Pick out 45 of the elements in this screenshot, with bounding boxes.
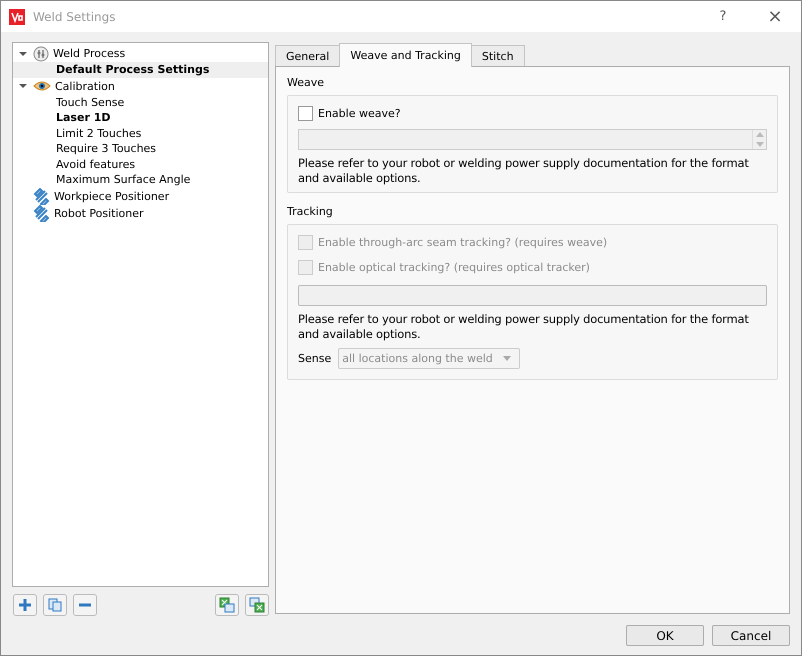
tree-item[interactable]: Maximum Surface Angle [56, 173, 190, 186]
tracking-input-field[interactable] [298, 285, 767, 306]
app-logo-icon [9, 8, 25, 24]
tab[interactable]: Weave and Tracking [339, 43, 472, 67]
tree-item[interactable]: Weld Process [53, 47, 126, 60]
checkbox-label: Enable weave? [318, 107, 401, 120]
tree-item[interactable]: Touch Sense [56, 96, 124, 109]
group-title: Tracking [287, 205, 334, 218]
tree-item[interactable]: Robot Positioner [54, 206, 144, 220]
checkbox-label: Enable optical tracking? (requires optical tracker) [318, 261, 590, 274]
tree-item[interactable]: Laser 1D [56, 111, 110, 124]
tree-item[interactable]: Default Process Settings [56, 63, 210, 76]
expand-arrow-icon[interactable] [19, 50, 27, 58]
copy-button[interactable] [43, 594, 67, 616]
add-button[interactable] [13, 594, 37, 616]
expand-arrow-icon[interactable] [19, 82, 27, 90]
sense-label: Sense [298, 352, 332, 365]
positioner-icon [33, 188, 50, 204]
tree-item[interactable]: Limit 2 Touches [56, 126, 142, 140]
import-icon [219, 597, 235, 613]
dropdown-arrow-icon [502, 356, 511, 361]
checkbox-label: Enable through-arc seam tracking? (requires weave) [318, 236, 608, 249]
close-button[interactable]: × [753, 1, 797, 32]
plus-icon [18, 598, 32, 612]
window-title: Weld Settings [33, 10, 116, 24]
export-icon [249, 597, 265, 613]
tree-item[interactable]: Calibration [55, 80, 115, 92]
eye-icon [33, 80, 51, 92]
help-text: Please refer to your robot or welding power supply documentation for the format and available options. [298, 156, 750, 186]
dialog-button[interactable]: OK [626, 625, 704, 646]
checkbox[interactable] [298, 106, 313, 121]
dialog-button[interactable]: Cancel [712, 625, 790, 646]
positioner-icon [33, 204, 50, 222]
group-title: Weave [287, 76, 326, 89]
tree-item[interactable]: Require 3 Touches [56, 142, 156, 156]
tab[interactable]: Stitch [470, 45, 525, 66]
remove-button[interactable] [73, 594, 97, 616]
help-text: Please refer to your robot or welding power supply documentation for the format and available options. [298, 312, 750, 342]
export-button[interactable] [245, 594, 269, 616]
copy-icon [48, 598, 62, 612]
tree-item[interactable]: Avoid features [56, 158, 136, 171]
help-button[interactable]: ? [701, 1, 745, 32]
tree-item[interactable]: Workpiece Positioner [54, 190, 170, 202]
tab[interactable]: General [275, 45, 340, 66]
import-button[interactable] [215, 594, 239, 616]
